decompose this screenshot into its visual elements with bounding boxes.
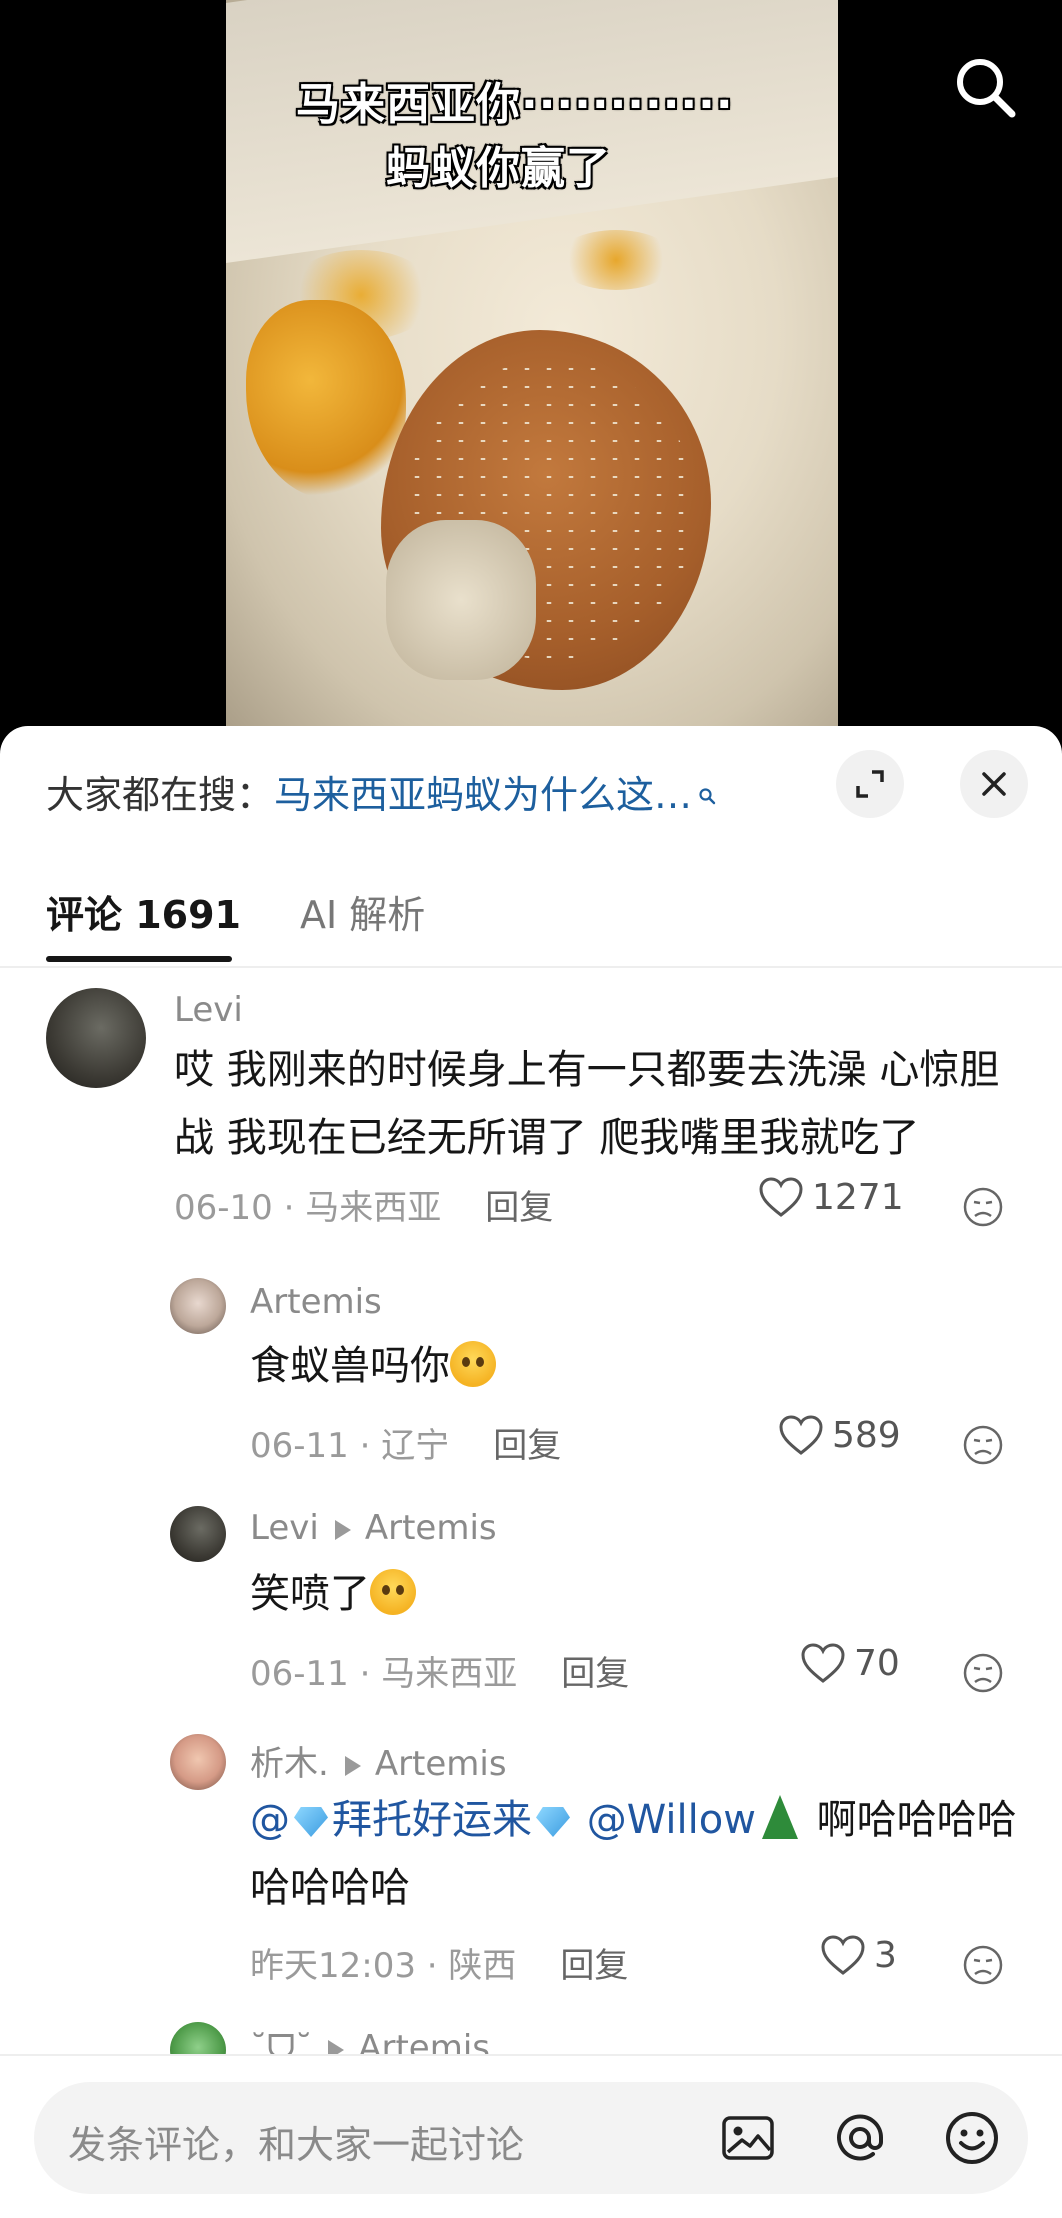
- video-caption-line1: 马来西亚你············: [296, 79, 734, 130]
- expand-icon[interactable]: [836, 750, 904, 818]
- comment-text: 笑喷了: [250, 1560, 1010, 1628]
- comment-meta: 06-11 · 辽宁 回复: [250, 1418, 561, 1467]
- reply-button[interactable]: 回复: [493, 1426, 561, 1466]
- reply-arrow-icon: [334, 1519, 351, 1540]
- comment-sheet: 大家都在搜：马来西亚蚂蚁为什么这… 评论 1691 AI 解析 Levi 哎 我…: [0, 726, 1062, 2216]
- comment-text: 食蚁兽吗你: [250, 1332, 1010, 1400]
- comment-username[interactable]: Artemis: [250, 1282, 382, 1322]
- avatar[interactable]: [170, 1278, 226, 1334]
- heart-icon: [759, 1177, 803, 1217]
- at-icon[interactable]: [830, 2108, 890, 2168]
- like-count: 3: [874, 1934, 897, 1976]
- mention-link[interactable]: @Willow: [587, 1795, 804, 1843]
- search-icon[interactable]: [950, 52, 1020, 122]
- search-small-icon: [698, 770, 716, 805]
- mention-link[interactable]: @ 拜托好运来: [250, 1797, 574, 1843]
- comment-meta: 06-10 · 马来西亚 回复: [174, 1180, 553, 1229]
- comment-username[interactable]: Levi: [174, 990, 243, 1030]
- reply-button[interactable]: 回复: [560, 1946, 628, 1986]
- video-caption-line2: 蚂蚁你赢了: [386, 143, 611, 194]
- comment-tabs: 评论 1691 AI 解析: [0, 866, 1062, 968]
- like-count: 589: [832, 1414, 901, 1456]
- comment-input-bar: 发条评论，和大家一起讨论: [0, 2054, 1062, 2218]
- like-button[interactable]: 589: [778, 1414, 901, 1456]
- like-count: 1271: [812, 1176, 904, 1218]
- gem-emoji: [536, 1807, 570, 1837]
- comment-date-location: 06-10 · 马来西亚: [174, 1188, 442, 1228]
- avatar[interactable]: [46, 988, 146, 1088]
- gem-emoji: [294, 1807, 328, 1837]
- like-button[interactable]: 70: [800, 1642, 900, 1684]
- hot-search-bar[interactable]: 大家都在搜：马来西亚蚂蚁为什么这…: [46, 764, 716, 819]
- crying-face-emoji: [450, 1341, 496, 1387]
- tab-ai-analysis[interactable]: AI 解析: [300, 884, 425, 939]
- image-icon[interactable]: [718, 2108, 778, 2168]
- dislike-icon[interactable]: [962, 1944, 1004, 1986]
- comment-username: 析木. Artemis: [250, 1744, 507, 1784]
- avatar[interactable]: [170, 1734, 226, 1790]
- tree-emoji: [761, 1795, 798, 1839]
- close-icon[interactable]: [960, 750, 1028, 818]
- emoji-icon[interactable]: [942, 2108, 1002, 2168]
- crying-face-emoji: [370, 1569, 416, 1615]
- dislike-icon[interactable]: [962, 1424, 1004, 1466]
- comment-item: Levi 哎 我刚来的时候身上有一只都要去洗澡 心惊胆战 我现在已经无所谓了 爬…: [0, 988, 1062, 1228]
- comment-reply-item: Artemis 食蚁兽吗你 06-11 · 辽宁 回复 589: [0, 1278, 1062, 1466]
- like-button[interactable]: 3: [820, 1934, 897, 1976]
- comment-meta: 昨天12:03 · 陕西 回复: [250, 1938, 628, 1987]
- comment-reply-item: Levi Artemis 笑喷了 06-11 · 马来西亚 回复 70: [0, 1506, 1062, 1694]
- like-count: 70: [854, 1642, 900, 1684]
- comment-reply-item: 析木. Artemis @ 拜托好运来 @Willow 啊哈哈哈哈哈哈哈哈 昨天12…: [0, 1734, 1062, 1986]
- dislike-icon[interactable]: [962, 1652, 1004, 1694]
- heart-icon: [801, 1643, 845, 1683]
- hot-search-label: 大家都在搜：: [46, 773, 275, 817]
- comment-username: Levi Artemis: [250, 1508, 497, 1548]
- tab-comments[interactable]: 评论 1691: [46, 884, 241, 939]
- tab-active-indicator: [46, 956, 232, 962]
- reply-arrow-icon: [344, 1755, 361, 1776]
- hot-search-keyword[interactable]: 马来西亚蚂蚁为什么这…: [274, 773, 692, 817]
- comment-date-location: 06-11 · 马来西亚: [250, 1654, 518, 1694]
- comment-meta: 06-11 · 马来西亚 回复: [250, 1646, 629, 1695]
- avatar[interactable]: [170, 1506, 226, 1562]
- reply-button[interactable]: 回复: [561, 1654, 629, 1694]
- dislike-icon[interactable]: [962, 1186, 1004, 1228]
- comment-input[interactable]: 发条评论，和大家一起讨论: [34, 2082, 1028, 2194]
- heart-icon: [779, 1415, 823, 1455]
- comment-text: @ 拜托好运来 @Willow 啊哈哈哈哈哈哈哈哈: [250, 1795, 1017, 1911]
- like-button[interactable]: 1271: [758, 1176, 904, 1218]
- heart-icon: [821, 1935, 865, 1975]
- reply-button[interactable]: 回复: [485, 1188, 553, 1228]
- video-player[interactable]: 马来西亚你············ 蚂蚁你赢了: [0, 0, 1062, 740]
- comment-date-location: 昨天12:03 · 陕西: [250, 1946, 517, 1986]
- comment-date-location: 06-11 · 辽宁: [250, 1426, 450, 1466]
- comment-text: 哎 我刚来的时候身上有一只都要去洗澡 心惊胆战 我现在已经无所谓了 爬我嘴里我就…: [174, 1047, 1000, 1161]
- comment-input-placeholder: 发条评论，和大家一起讨论: [68, 2123, 525, 2167]
